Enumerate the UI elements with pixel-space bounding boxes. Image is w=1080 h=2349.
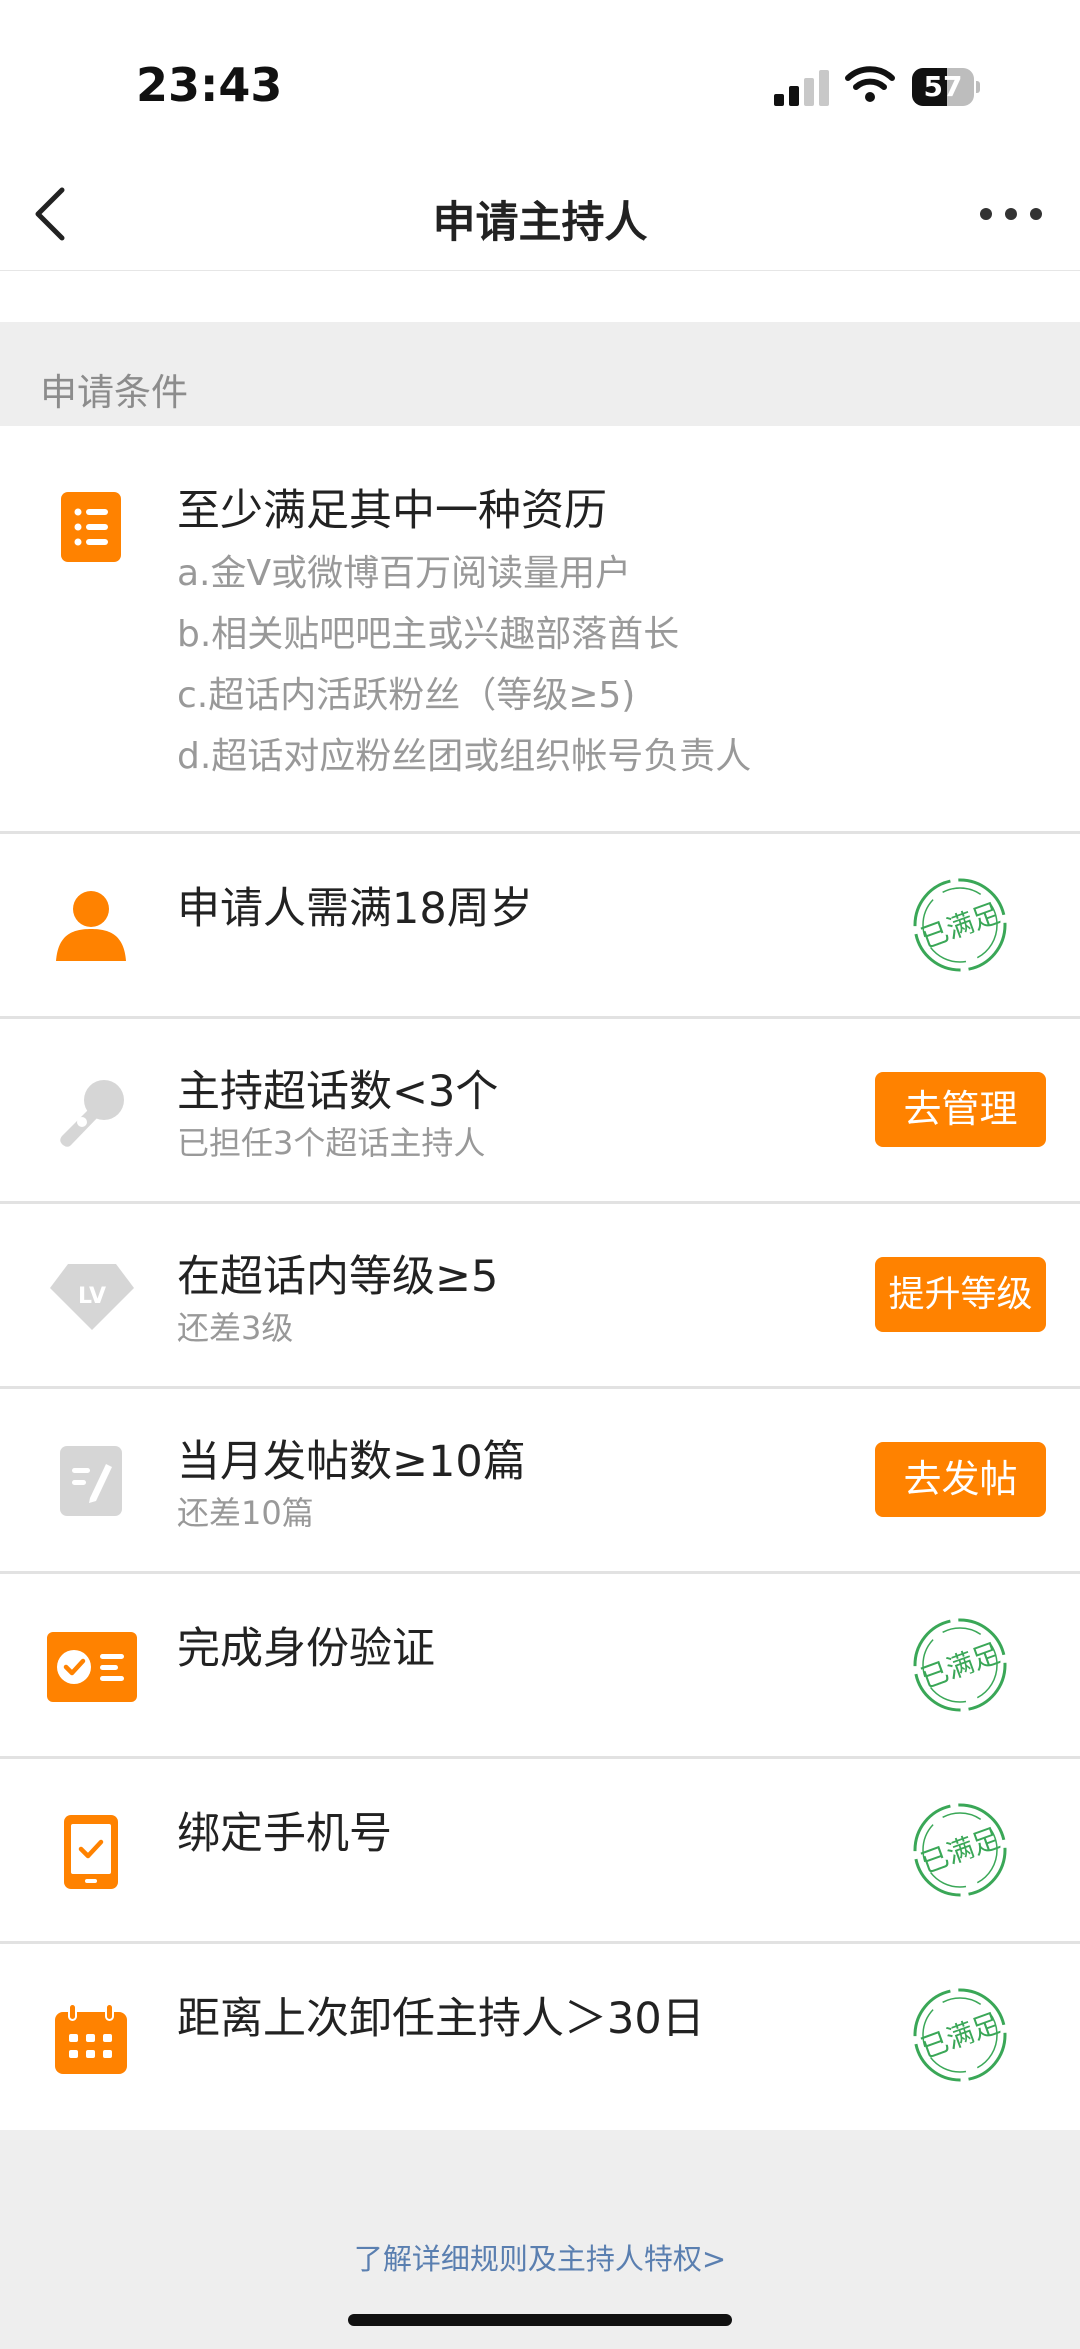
- battery-icon: 57: [912, 68, 980, 106]
- person-icon: [56, 891, 126, 961]
- condition-row-resign: 距离上次卸任主持人＞30日 已满足: [0, 1944, 1080, 2127]
- condition-title: 完成身份验证: [177, 1624, 435, 1674]
- qualification-item: c.超话内活跃粉丝（等级≥5): [177, 675, 636, 716]
- condition-subtitle: 已担任3个超话主持人: [177, 1124, 486, 1162]
- condition-title: 距离上次卸任主持人＞30日: [177, 1994, 705, 2044]
- microphone-icon: [60, 1080, 124, 1147]
- qualification-title: 至少满足其中一种资历: [177, 486, 607, 536]
- phone-check-icon: [64, 1815, 118, 1889]
- condition-title: 当月发帖数≥10篇: [177, 1437, 526, 1487]
- status-bar: 23:43 57: [0, 0, 1080, 160]
- more-dots-icon[interactable]: [980, 208, 1042, 222]
- edit-note-icon: [60, 1446, 122, 1516]
- condition-title: 申请人需满18周岁: [177, 884, 533, 934]
- wifi-icon: [845, 66, 895, 102]
- condition-title: 主持超话数<3个: [177, 1067, 499, 1117]
- satisfied-stamp: 已满足: [913, 1618, 1007, 1712]
- go-post-button[interactable]: 去发帖: [875, 1442, 1046, 1517]
- upgrade-level-button[interactable]: 提升等级: [875, 1257, 1046, 1332]
- status-time: 23:43: [136, 58, 283, 112]
- calendar-icon: [55, 2004, 127, 2074]
- qualification-item: a.金V或微博百万阅读量用户: [177, 553, 632, 594]
- satisfied-stamp: 已满足: [913, 1988, 1007, 2082]
- list-icon: [61, 492, 121, 562]
- rules-link[interactable]: 了解详细规则及主持人特权>: [0, 2236, 1080, 2278]
- manage-button[interactable]: 去管理: [875, 1072, 1046, 1147]
- condition-subtitle: 还差3级: [177, 1309, 294, 1347]
- condition-subtitle: 还差10篇: [177, 1494, 314, 1532]
- condition-row-level: LV 在超话内等级≥5 还差3级 提升等级: [0, 1204, 1080, 1386]
- qualification-item: d.超话对应粉丝团或组织帐号负责人: [177, 736, 752, 777]
- page-title: 申请主持人: [432, 198, 648, 248]
- condition-row-identity: 完成身份验证 已满足: [0, 1574, 1080, 1756]
- home-indicator[interactable]: [348, 2314, 732, 2326]
- nav-bar: 申请主持人: [0, 160, 1080, 271]
- condition-row-phone: 绑定手机号 已满足: [0, 1759, 1080, 1941]
- satisfied-stamp: 已满足: [913, 1803, 1007, 1897]
- section-header: 申请条件: [0, 322, 1080, 426]
- condition-title: 绑定手机号: [177, 1809, 392, 1859]
- qualification-item: b.相关贴吧吧主或兴趣部落酋长: [177, 614, 680, 655]
- section-label: 申请条件: [40, 371, 188, 414]
- condition-row-age: 申请人需满18周岁 已满足: [0, 834, 1080, 1016]
- battery-level: 57: [923, 70, 963, 103]
- lv-badge-icon: LV: [50, 1264, 134, 1330]
- svg-text:LV: LV: [78, 1284, 106, 1309]
- qualification-card: 至少满足其中一种资历 a.金V或微博百万阅读量用户 b.相关贴吧吧主或兴趣部落酋…: [0, 426, 1080, 831]
- condition-row-host-count: 主持超话数<3个 已担任3个超话主持人 去管理: [0, 1019, 1080, 1201]
- cellular-signal-icon: [774, 70, 829, 106]
- satisfied-stamp: 已满足: [913, 878, 1007, 972]
- condition-title: 在超话内等级≥5: [177, 1252, 499, 1302]
- condition-row-posts: 当月发帖数≥10篇 还差10篇 去发帖: [0, 1389, 1080, 1571]
- id-card-icon: [47, 1632, 137, 1702]
